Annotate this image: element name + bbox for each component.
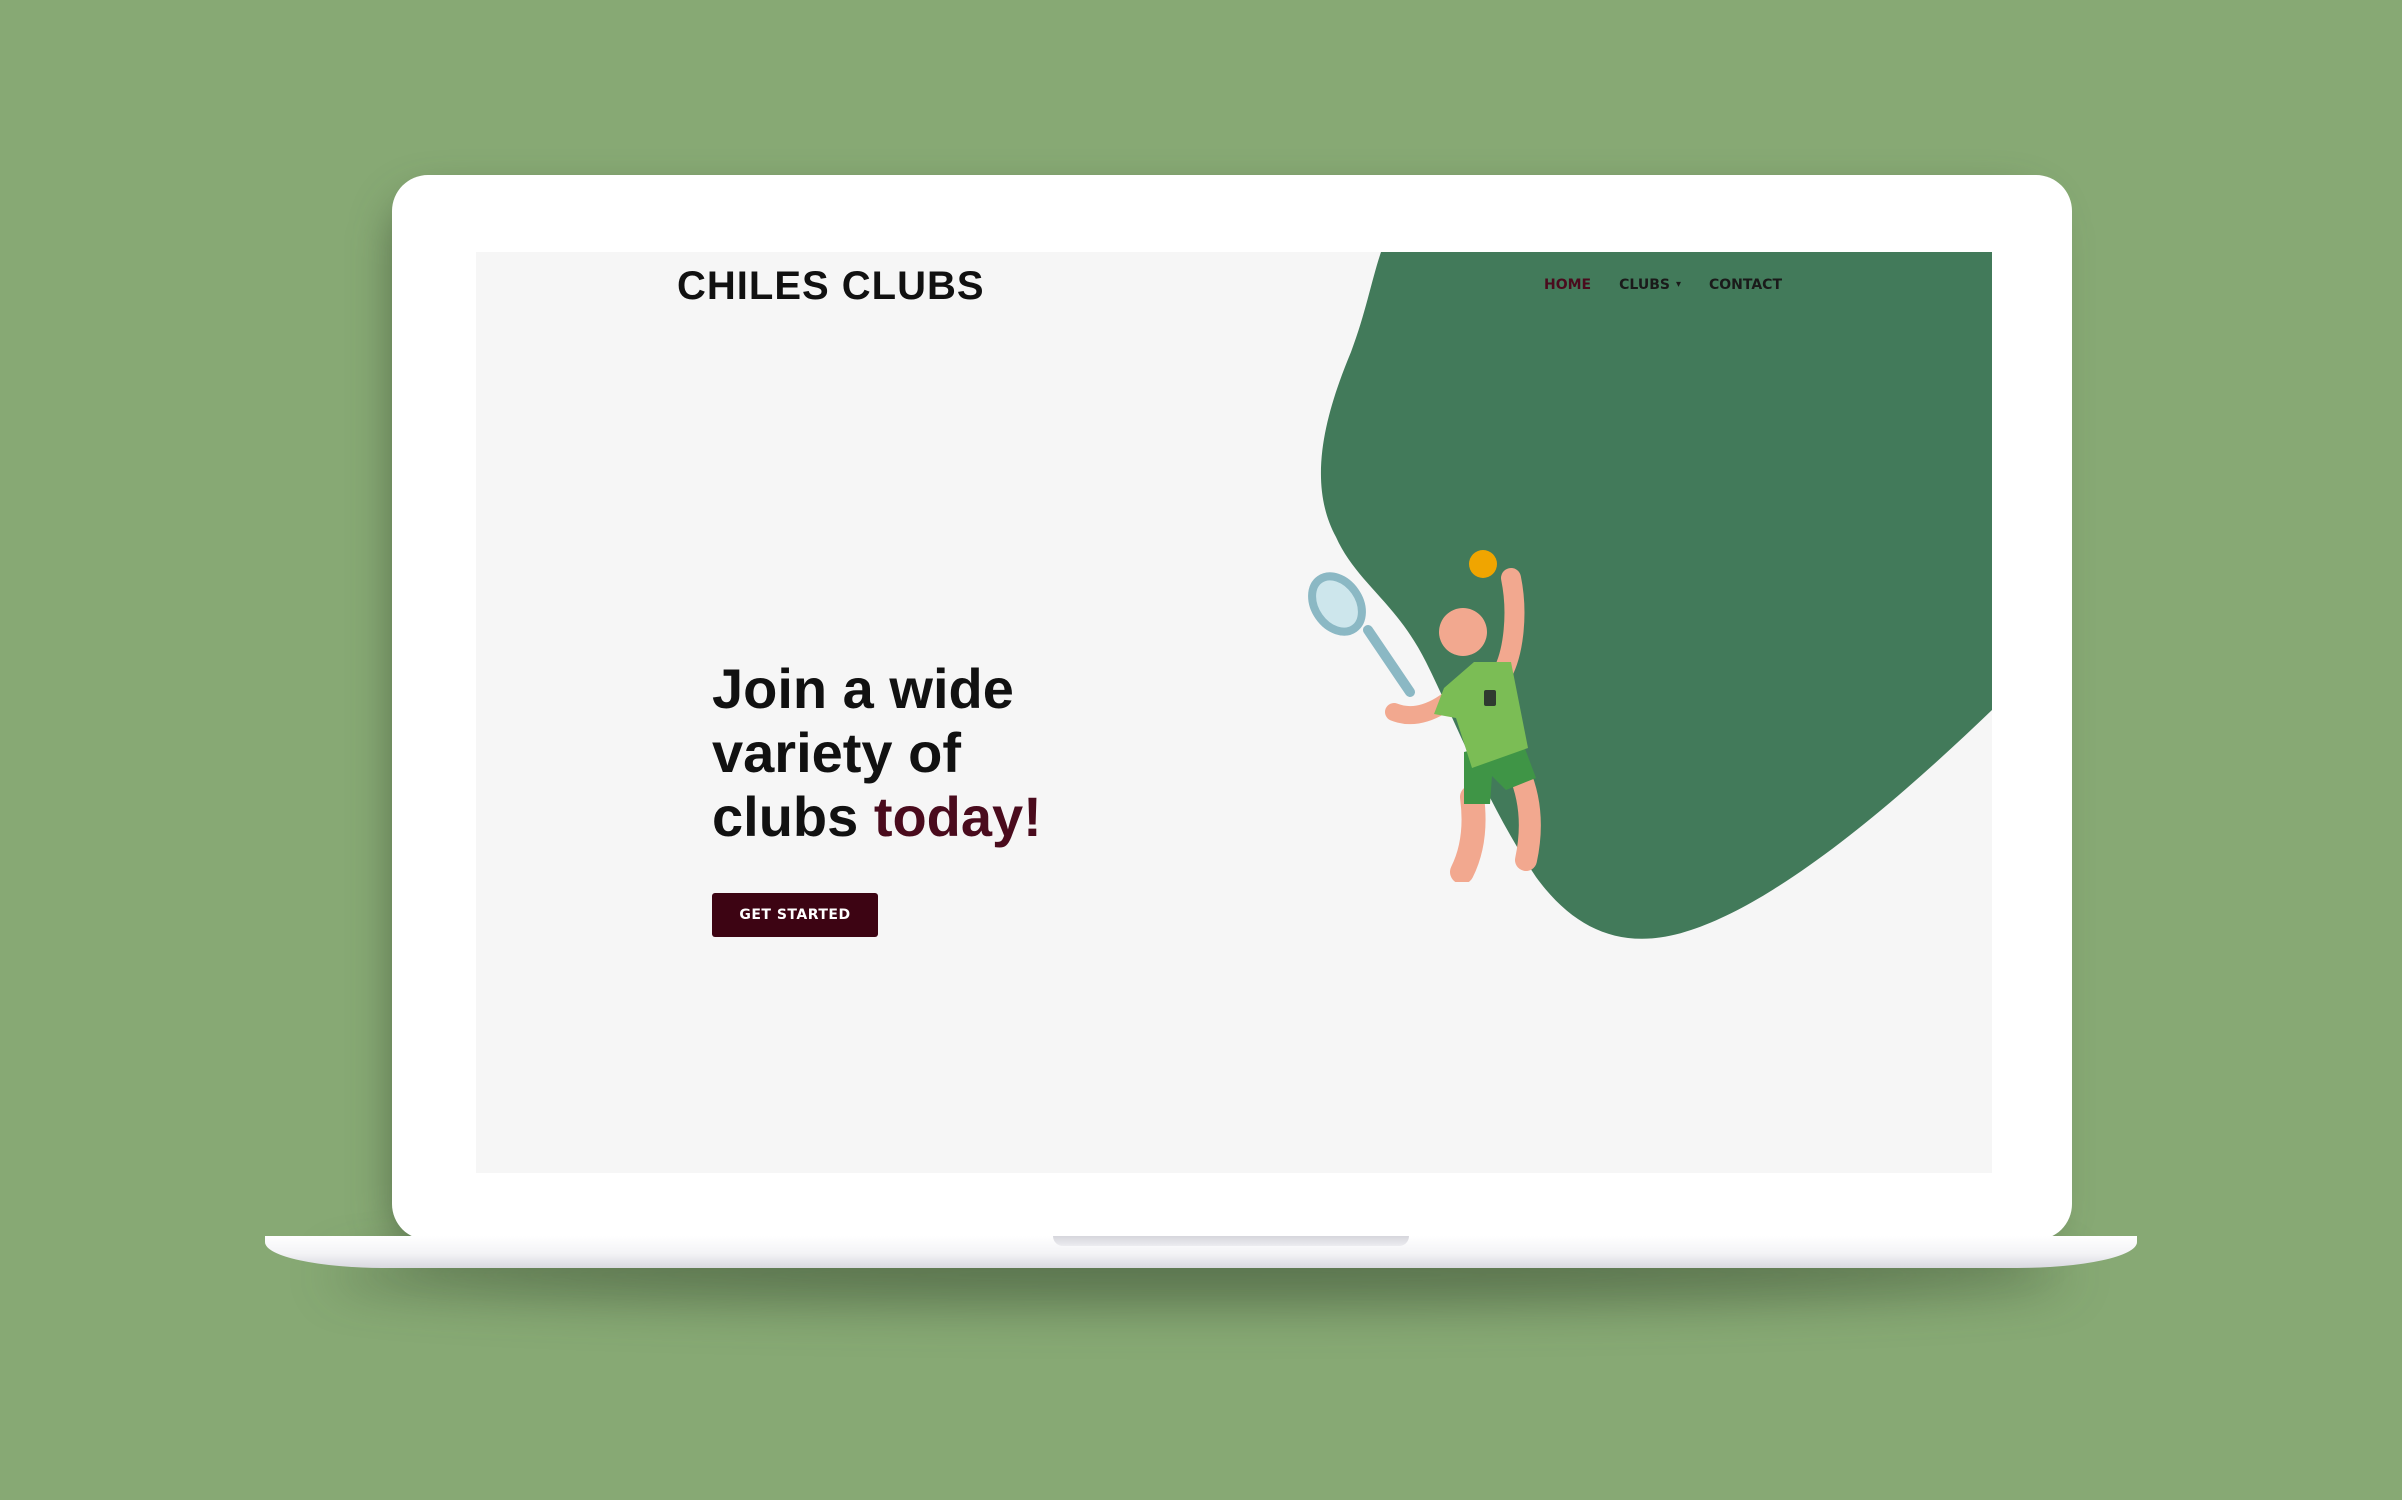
tennis-racket-icon	[1308, 572, 1415, 697]
player-shirt	[1434, 662, 1528, 768]
nav-home-label: HOME	[1544, 277, 1592, 293]
hero-line-3-accent: today!	[873, 785, 1042, 848]
player-raised-arm	[1492, 568, 1525, 684]
get-started-button[interactable]: GET STARTED	[712, 893, 878, 937]
main-nav: HOME CLUBS ▾ CONTACT	[1544, 277, 1782, 293]
nav-home[interactable]: HOME	[1544, 277, 1591, 293]
hero-line-2: variety of	[712, 721, 961, 784]
tennis-ball-icon	[1469, 550, 1497, 578]
player-back-leg	[1508, 761, 1541, 871]
green-blob-shape	[1320, 252, 1992, 939]
hero-line-1: Join a wide	[712, 657, 1014, 720]
site-logo[interactable]: CHILES CLUBS	[677, 264, 985, 309]
website-screen: CHILES CLUBS HOME CLUBS ▾ CONTACT Join a…	[476, 252, 1992, 1173]
nav-contact-label: CONTACT	[1708, 277, 1782, 293]
nav-clubs-label: CLUBS	[1619, 277, 1670, 293]
shirt-badge-icon	[1484, 690, 1496, 706]
chevron-down-icon: ▾	[1675, 279, 1681, 290]
player-head	[1439, 608, 1487, 656]
hero-line-3-prefix: clubs	[712, 785, 874, 848]
hero-heading: Join a wide variety of clubs today!	[712, 657, 1132, 849]
nav-clubs[interactable]: CLUBS ▾	[1619, 277, 1681, 293]
player-front-leg	[1450, 785, 1486, 882]
laptop-notch	[1053, 1236, 1409, 1246]
tennis-player-illustration	[1308, 550, 1541, 882]
nav-contact[interactable]: CONTACT	[1709, 277, 1782, 293]
